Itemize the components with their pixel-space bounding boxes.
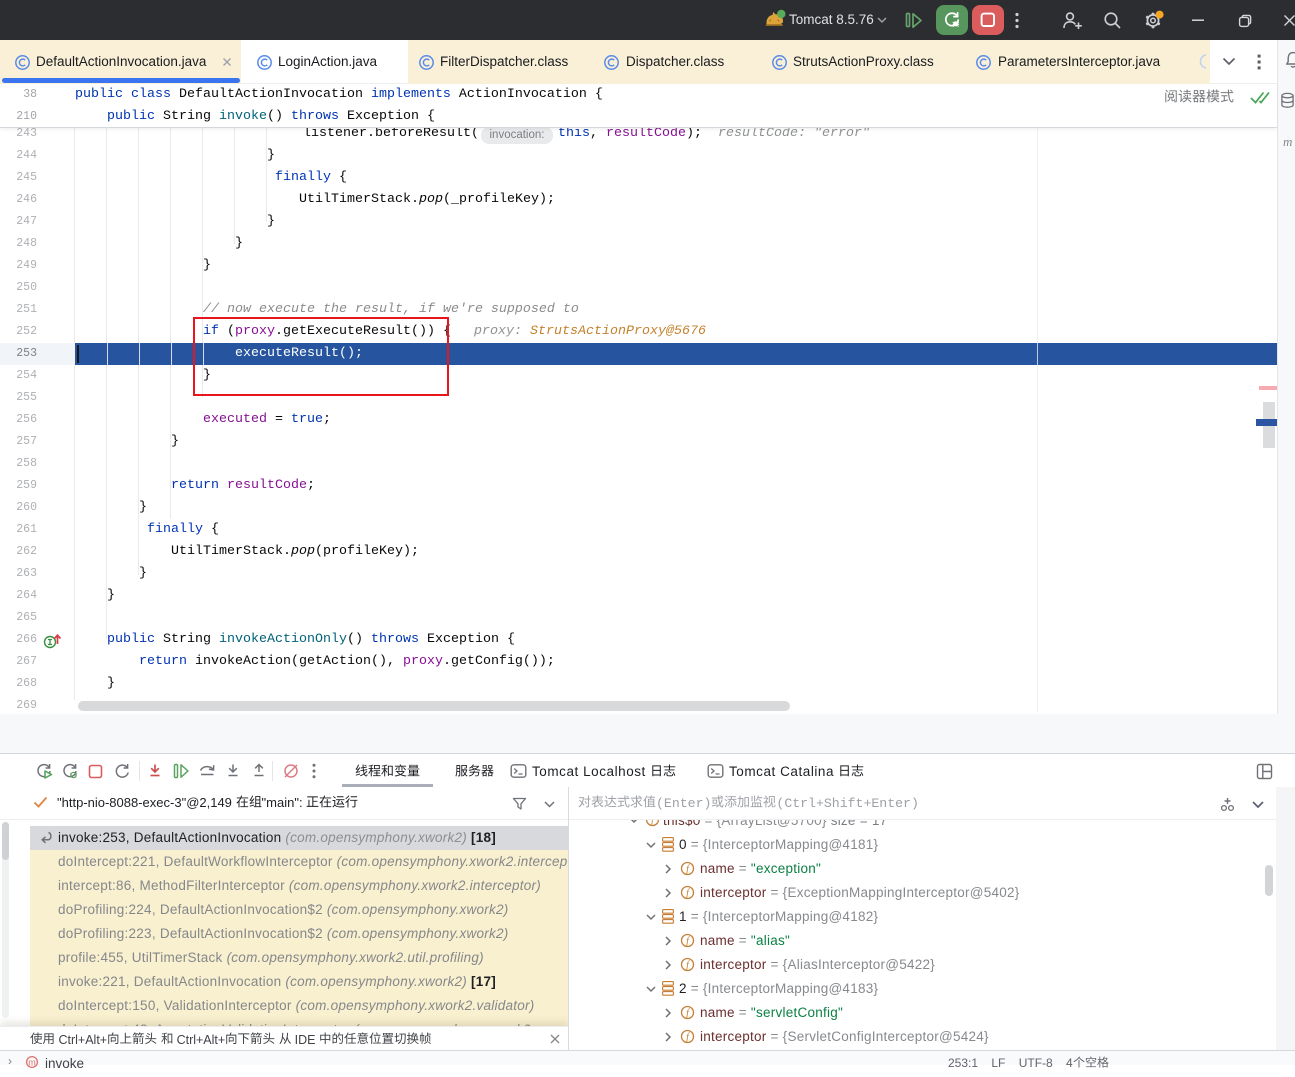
svg-text:f: f — [686, 960, 690, 971]
svg-text:f: f — [686, 864, 690, 875]
svg-text:m: m — [28, 1058, 36, 1068]
svg-text:f: f — [686, 1008, 690, 1019]
svg-text:f: f — [686, 1032, 690, 1043]
svg-text:f: f — [686, 936, 690, 947]
svg-text:f: f — [686, 888, 690, 899]
